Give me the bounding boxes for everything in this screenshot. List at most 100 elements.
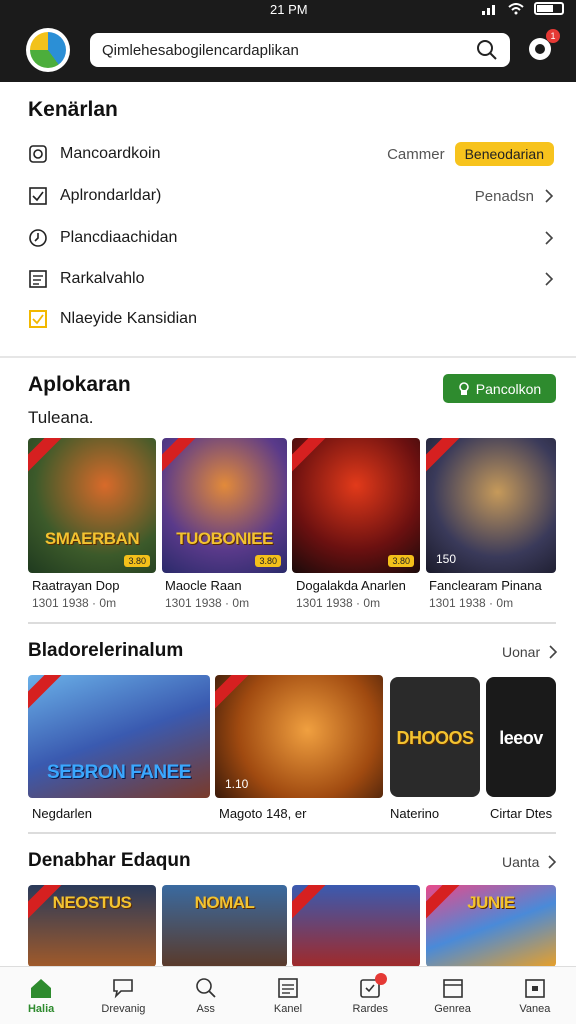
- card-name: Naterino: [390, 806, 440, 821]
- card-art-title: leeov: [499, 728, 543, 748]
- search-icon[interactable]: [476, 39, 498, 61]
- section-divider: [28, 832, 556, 834]
- card-art-title: SMAERBAN: [44, 529, 140, 548]
- aplokaran-subtitle: Tuleana.: [28, 408, 94, 427]
- card-name: Fanclearam Pinana: [429, 578, 542, 593]
- aplokaran-action-button[interactable]: Pancolkon: [443, 374, 556, 403]
- card-meta: 1301 1938 · 0m: [429, 596, 514, 610]
- notification-button[interactable]: 1: [526, 29, 560, 63]
- nav-label: Rardes: [352, 1002, 388, 1015]
- section-title-denabhar: Denabhar Edaqun: [28, 850, 191, 871]
- game-card[interactable]: 150: [426, 438, 556, 573]
- game-card[interactable]: SMAERBAN 3.80: [28, 438, 156, 573]
- card-name: Magoto 148, er: [219, 806, 307, 821]
- chevron-right-icon: [548, 855, 557, 869]
- card-name: Raatrayan Dop: [32, 578, 120, 593]
- menu-action-button[interactable]: Beneodarian: [454, 142, 554, 166]
- game-card[interactable]: NOMAL: [162, 885, 287, 967]
- battery-icon: [534, 2, 564, 15]
- menu-item-3[interactable]: Rarkalvahlo: [28, 264, 554, 294]
- card-name: Maocle Raan: [165, 578, 242, 593]
- logo-icon: [30, 32, 66, 68]
- menu-item-label: Mancoardkoin: [60, 145, 161, 162]
- chevron-right-icon: [545, 231, 554, 245]
- aplokaran-action-label: Pancolkon: [475, 380, 542, 397]
- list-icon: [278, 977, 298, 998]
- menu-item-1[interactable]: Aplrondarldar) Penadsn: [28, 181, 554, 211]
- menu-item-label: Rarkalvahlo: [60, 270, 145, 287]
- game-card[interactable]: leeov: [486, 677, 556, 797]
- camera-icon: [29, 145, 47, 163]
- card-name: Dogalakda Anarlen: [296, 578, 406, 593]
- card-meta: 1301 1938 · 0m: [32, 596, 117, 610]
- lock-icon: [458, 381, 469, 395]
- menu-item-4[interactable]: Nlaeyide Kansidian: [28, 304, 554, 334]
- card-art-title: TUOBONIEE: [176, 529, 273, 548]
- signal-icon: [482, 4, 495, 15]
- game-card[interactable]: 1.10: [215, 675, 383, 798]
- nav-item-calendar[interactable]: Genrea: [411, 967, 493, 1024]
- nav-item-home[interactable]: Halia: [0, 967, 82, 1024]
- search-input[interactable]: Qimlehesabogilencardaplikan: [102, 42, 476, 59]
- game-card[interactable]: NEOSTUS: [28, 885, 156, 967]
- status-time: 21 PM: [270, 2, 308, 17]
- section-divider: [0, 356, 576, 358]
- game-card[interactable]: DHOOOS: [390, 677, 480, 797]
- card-art-title: NOMAL: [194, 893, 255, 912]
- menu-item-0[interactable]: Mancoardkoin Cammer Beneodarian: [28, 139, 554, 169]
- see-more-link[interactable]: Uonar: [502, 644, 558, 660]
- card-meta: 1301 1938 · 0m: [165, 596, 250, 610]
- search-bar[interactable]: Qimlehesabogilencardaplikan: [90, 33, 510, 67]
- nav-item-search[interactable]: Ass: [165, 967, 247, 1024]
- nav-label: Halia: [27, 1002, 55, 1015]
- checkbox-icon: [29, 187, 47, 205]
- chevron-right-icon: [545, 272, 554, 286]
- game-card[interactable]: 3.80: [292, 438, 420, 573]
- menu-item-value: Penadsn: [474, 187, 534, 205]
- chevron-right-icon: [545, 189, 554, 203]
- status-bar: 21 PM: [0, 0, 576, 20]
- see-more-link[interactable]: Uanta: [502, 854, 557, 870]
- section-title-aplokaran: Aplokaran: [28, 373, 131, 396]
- nav-label: Ass: [196, 1002, 215, 1015]
- menu-item-2[interactable]: Plancdiaachidan: [28, 223, 554, 253]
- section-title-kenarlan: Kenärlan: [28, 98, 118, 121]
- card-art-title: JUNIE: [467, 893, 515, 912]
- nav-item-box[interactable]: Vanea: [494, 967, 576, 1024]
- card-tag: 1.10: [225, 777, 249, 791]
- game-card[interactable]: SEBRON FANEE: [28, 675, 210, 798]
- chevron-right-icon: [549, 645, 558, 659]
- menu-item-label: Plancdiaachidan: [60, 229, 178, 246]
- card-name: Negdarlen: [32, 806, 92, 821]
- nav-label: Vanea: [519, 1002, 551, 1015]
- section-divider: [28, 622, 556, 624]
- nav-item-chat[interactable]: Drevanig: [82, 967, 164, 1024]
- checkbox-yellow-icon: [29, 310, 47, 328]
- card-tag: 3.80: [388, 555, 414, 567]
- game-card[interactable]: [292, 885, 420, 967]
- home-icon: [31, 978, 52, 998]
- card-meta: 1301 1938 · 0m: [296, 596, 381, 610]
- wifi-icon: [508, 2, 524, 14]
- menu-item-value: Cammer: [387, 145, 445, 163]
- card-name: Cirtar Dtes: [490, 806, 553, 821]
- see-more-label: Uanta: [502, 854, 540, 870]
- menu-item-label: Aplrondarldar): [60, 187, 162, 204]
- card-art-title: DHOOOS: [396, 728, 474, 748]
- game-card[interactable]: TUOBONIEE 3.80: [162, 438, 287, 573]
- menu-item-label: Nlaeyide Kansidian: [60, 310, 197, 327]
- search-icon: [195, 977, 216, 998]
- nav-item-tag[interactable]: Rardes: [329, 967, 411, 1024]
- bottom-nav: Halia Drevanig Ass Kanel Rardes Genrea V…: [0, 966, 576, 1024]
- card-tag: 3.80: [255, 555, 281, 567]
- nav-label: Drevanig: [101, 1002, 146, 1015]
- list-box-icon: [29, 270, 47, 288]
- nav-badge: [375, 973, 388, 985]
- see-more-label: Uonar: [502, 644, 541, 660]
- card-tag: 150: [436, 552, 457, 566]
- game-card[interactable]: JUNIE: [426, 885, 556, 967]
- nav-item-list[interactable]: Kanel: [247, 967, 329, 1024]
- app-logo[interactable]: [26, 28, 70, 72]
- section-title-bladore: Bladorelerinalum: [28, 640, 184, 661]
- notification-badge: 1: [546, 29, 560, 43]
